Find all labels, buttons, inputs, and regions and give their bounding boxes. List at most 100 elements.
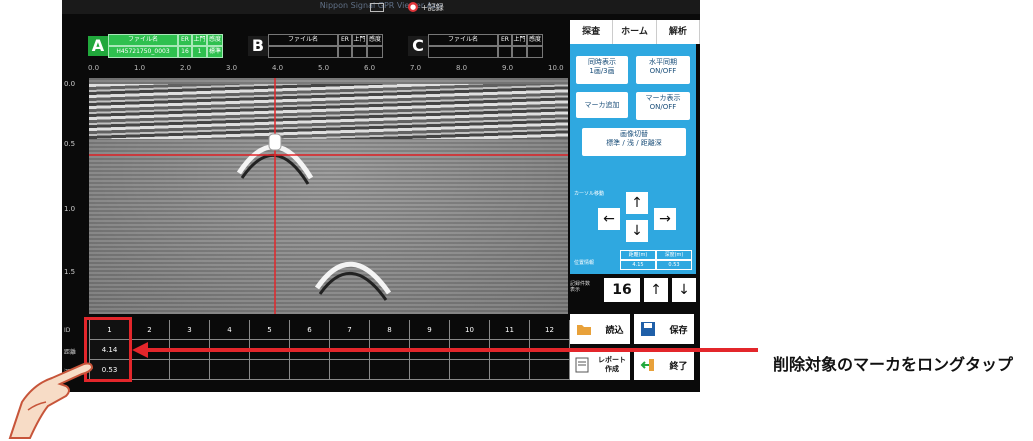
marker-id-cell[interactable]: 3 [170,320,210,340]
file-c-er [498,46,512,58]
window-restore-icon[interactable] [370,3,384,12]
x-tick: 9.0 [502,64,514,72]
x-tick: 0.0 [88,64,100,72]
radargram-view[interactable] [89,78,568,314]
file-c-gate [512,46,527,58]
save-label: 保存 [669,325,688,336]
marker-depth-cell[interactable] [250,360,290,380]
load-label: 読込 [605,325,624,336]
x-tick: 4.0 [272,64,284,72]
marker-row-label-id: ID [64,327,71,334]
record-count-label: 記録件数 表示 [570,281,591,293]
marker-depth-cell[interactable] [290,360,330,380]
x-tick: 3.0 [226,64,238,72]
title-bar: Nippon Signal GPR Viewer App ● +記録 [62,0,700,14]
marker-depth-cell[interactable] [410,360,450,380]
cursor-right-button[interactable]: → [654,208,676,230]
file-table-b[interactable]: ファイル名 ER 上門 感度 [268,34,383,58]
marker-depth-cell[interactable] [490,360,530,380]
tab-survey[interactable]: 探査 [570,20,614,44]
add-marker-button[interactable]: マーカ追加 [576,92,628,118]
show-marker-button[interactable]: マーカ表示 ON/OFF [636,92,690,120]
marker-id-cell[interactable]: 9 [410,320,450,340]
count-down-button[interactable]: ↓ [672,278,696,302]
file-a-gate: 1 [192,46,207,58]
x-tick: 7.0 [410,64,422,72]
file-slot-a-button[interactable]: A [88,36,108,56]
file-a-name: H45721750_0003 [108,46,178,58]
marker-depth-cell[interactable] [130,360,170,380]
marker-depth-cell[interactable] [530,360,570,380]
file-a-er: 16 [178,46,192,58]
file-slot-c-button[interactable]: C [408,36,428,56]
y-tick: 1.0 [64,205,76,213]
file-table-a[interactable]: ファイル名 ER 上門 感度 H45721750_0003 16 1 標準 [108,34,223,58]
file-header-er: ER [498,34,512,46]
marker-id-cell[interactable]: 4 [210,320,250,340]
x-tick: 10.0 [548,64,564,72]
tab-analysis[interactable]: 解析 [657,20,700,44]
position-label: 位置情報 [574,260,595,266]
file-b-sens [367,46,383,58]
record-label[interactable]: +記録 [421,2,444,13]
marker-depth-cell[interactable] [450,360,490,380]
file-header-name: ファイル名 [428,34,498,46]
file-a-sens: 標準 [207,46,223,58]
x-tick: 8.0 [456,64,468,72]
radargram-overlay [89,78,568,314]
tab-bar[interactable]: 探査 ホーム 解析 [570,20,700,44]
file-slot-b-button[interactable]: B [248,36,268,56]
file-b-gate [352,46,367,58]
file-c-name [428,46,498,58]
screenshot-root: Nippon Signal GPR Viewer App ● +記録 A ファイ… [0,0,1033,441]
record-icon[interactable]: ● [408,2,418,12]
x-tick: 5.0 [318,64,330,72]
marker-depth-cell[interactable] [370,360,410,380]
file-c-sens [527,46,543,58]
app-window: Nippon Signal GPR Viewer App ● +記録 A ファイ… [62,0,700,392]
file-header-sens: 感度 [367,34,383,46]
callout-arrow [132,342,758,358]
marker-id-cell[interactable]: 2 [130,320,170,340]
marker-id-cell[interactable]: 10 [450,320,490,340]
marker-id-cell[interactable]: 12 [530,320,570,340]
file-header-sens: 感度 [527,34,543,46]
file-header-sens: 感度 [207,34,223,46]
marker-id-cell[interactable]: 7 [330,320,370,340]
marker-depth-cell[interactable] [210,360,250,380]
file-table-c[interactable]: ファイル名 ER 上門 感度 [428,34,543,58]
marker-id-cell[interactable]: 11 [490,320,530,340]
file-header-name: ファイル名 [108,34,178,46]
marker-1-pin[interactable] [268,133,282,151]
marker-id-cell[interactable]: 6 [290,320,330,340]
file-header-er: ER [338,34,352,46]
position-header-distance: 距離(m) [620,250,656,260]
x-axis: 0.0 1.0 2.0 3.0 4.0 5.0 6.0 7.0 8.0 9.0 10.0 [88,64,564,76]
marker-id-cell[interactable]: 5 [250,320,290,340]
file-header-name: ファイル名 [268,34,338,46]
marker-depth-cell[interactable] [330,360,370,380]
file-header-gate: 上門 [512,34,527,46]
keypad-label: カーソル移動 [574,191,605,197]
position-value-distance: 4.15 [620,260,656,270]
cursor-up-button[interactable]: ↑ [626,192,648,214]
cursor-down-button[interactable]: ↓ [626,220,648,242]
image-switch-button[interactable]: 画像切替 標準 / 浅 / 距離深 [582,128,686,156]
exit-label: 終了 [669,361,688,372]
tab-home[interactable]: ホーム [613,20,657,44]
record-count-value: 16 [604,278,640,302]
control-panel: 同時表示 1画/3画 水平同期 ON/OFF マーカ追加 マーカ表示 ON/OF… [570,44,696,274]
count-up-button[interactable]: ↑ [644,278,668,302]
cursor-left-button[interactable]: ← [598,208,620,230]
sync-display-button[interactable]: 同時表示 1画/3画 [576,56,628,84]
file-b-er [338,46,352,58]
folder-icon [577,325,592,335]
marker-depth-cell[interactable] [170,360,210,380]
horizontal-sync-button[interactable]: 水平同期 ON/OFF [636,56,690,84]
file-header-gate: 上門 [192,34,207,46]
marker-id-cell[interactable]: 8 [370,320,410,340]
file-header-gate: 上門 [352,34,367,46]
x-tick: 2.0 [180,64,192,72]
x-tick: 6.0 [364,64,376,72]
position-readout: 距離(m) 深度(m) 4.15 0.53 [620,250,692,270]
